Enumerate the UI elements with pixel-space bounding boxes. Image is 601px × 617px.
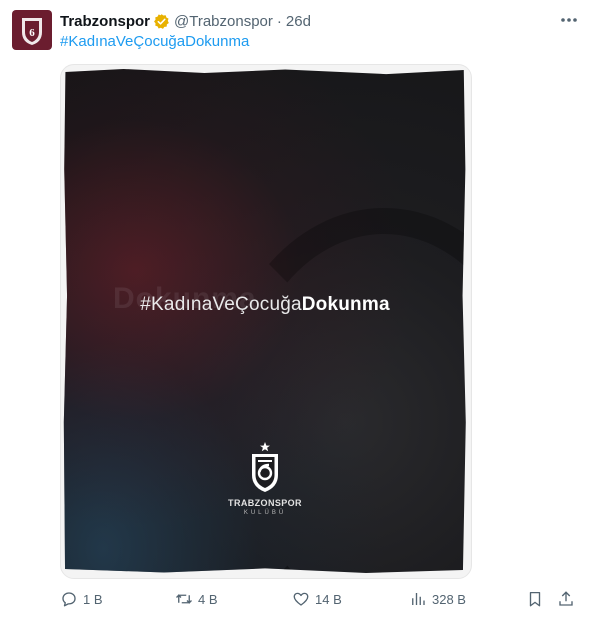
poster-club-name: TRABZONSPOR — [228, 498, 302, 508]
tweet-media[interactable]: Dokunma #KadınaVeÇocuğaDokunma TRABZONSP… — [60, 64, 472, 579]
tweet-actions: 1 B 4 B 14 B 328 B — [60, 588, 580, 610]
author-name[interactable]: Trabzonspor — [60, 13, 150, 30]
more-button[interactable] — [558, 10, 580, 30]
more-icon — [561, 18, 577, 22]
retweet-count: 4 B — [198, 591, 218, 607]
bookmark-button[interactable] — [526, 588, 544, 610]
poster-image: Dokunma #KadınaVeÇocuğaDokunma TRABZONSP… — [63, 69, 466, 573]
views-button[interactable]: 328 B — [409, 588, 466, 610]
retweet-icon — [176, 594, 192, 604]
poster-swirl-decoration — [213, 208, 466, 573]
like-button[interactable]: 14 B — [292, 588, 342, 610]
separator-dot: · — [276, 12, 282, 30]
tweet-header: Trabzonspor @Trabzonspor · 26d — [60, 11, 311, 31]
poster-hashtag-bold: Dokunma — [301, 294, 390, 315]
svg-text:6: 6 — [29, 27, 35, 39]
avatar[interactable]: 6 — [12, 10, 52, 50]
retweet-button[interactable]: 4 B — [175, 588, 218, 610]
share-icon — [559, 591, 573, 606]
club-crest-icon: 6 — [22, 18, 42, 45]
reply-button[interactable]: 1 B — [60, 588, 103, 610]
club-crest-icon — [252, 442, 278, 492]
reply-count: 1 B — [83, 591, 103, 607]
share-button[interactable] — [557, 588, 575, 610]
reply-icon — [62, 592, 76, 607]
verified-icon — [154, 13, 169, 29]
timestamp[interactable]: 26d — [286, 13, 311, 30]
poster-hashtag-light: #KadınaVeÇocuğa — [140, 294, 302, 315]
poster-hashtag: #KadınaVeÇocuğaDokunma — [64, 294, 466, 316]
views-count: 328 B — [432, 591, 466, 607]
views-icon — [412, 593, 425, 605]
poster-club-subtitle: KULÜBÜ — [243, 510, 287, 516]
like-count: 14 B — [315, 591, 342, 607]
like-icon — [293, 592, 309, 606]
tweet-hashtag-link[interactable]: #KadınaVeÇocuğaDokunma — [60, 33, 249, 50]
bookmark-icon — [529, 591, 541, 607]
tweet[interactable]: 6 Trabzonspor @Trabzonspor · 26d #Kadına… — [0, 0, 601, 617]
author-handle[interactable]: @Trabzonspor — [174, 13, 273, 30]
